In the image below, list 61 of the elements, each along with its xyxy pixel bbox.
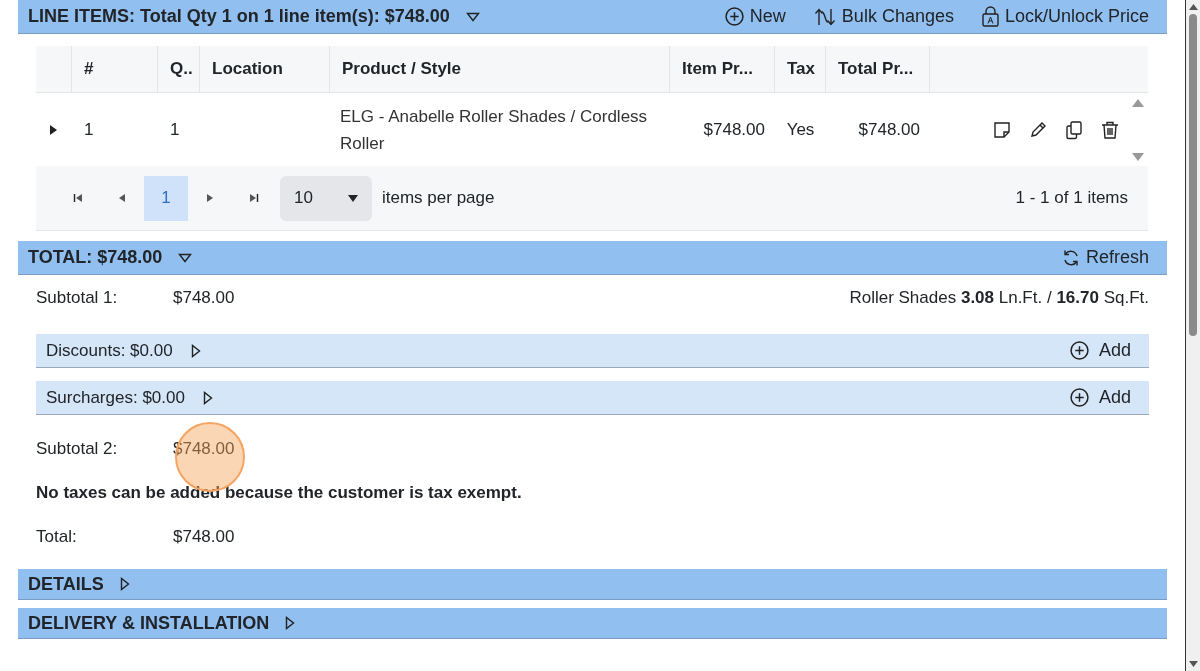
table-cell-text: ELG - Anabelle Roller Shades / Cordless Roller <box>339 105 649 155</box>
toolbar-button[interactable]: New <box>724 3 786 30</box>
next-page-icon <box>205 193 215 203</box>
subtotal-value: $748.00 <box>173 287 235 310</box>
plus-circle-icon <box>724 7 744 26</box>
section-header[interactable]: DELIVERY & INSTALLATION <box>18 608 1167 639</box>
section-title: LINE ITEMS: Total Qty 1 on 1 line item(s): $748.00 <box>28 5 450 28</box>
adjustment-bar[interactable]: Discounts: $0.00 Add <box>36 334 1149 368</box>
adjustment-label: Discounts: $0.00 <box>46 339 173 362</box>
caret-down-icon <box>348 194 358 202</box>
page-size-dropdown[interactable]: 10 <box>280 175 372 221</box>
lock-icon <box>981 6 999 27</box>
add-button[interactable]: Add <box>1069 384 1139 411</box>
adjustment-label: Surcharges: $0.00 <box>46 386 185 409</box>
total-label: Total: <box>36 526 78 549</box>
scrollbar[interactable] <box>1185 0 1200 671</box>
column-header[interactable]: Location <box>200 46 330 92</box>
column-header[interactable]: Q.. <box>158 46 200 92</box>
subtotal-label: Subtotal 2: <box>36 438 119 461</box>
section-header[interactable]: DETAILS <box>18 569 1167 600</box>
plus-circle-icon <box>1069 388 1089 407</box>
section-title: DELIVERY & INSTALLATION <box>28 611 270 635</box>
measurement-text: Roller Shades 3.08 Ln.Ft. / 16.70 Sq.Ft. <box>849 287 1149 310</box>
column-header[interactable]: # <box>72 46 158 92</box>
adjustment-bar[interactable]: Surcharges: $0.00 Add <box>36 381 1149 415</box>
scroll-up-icon[interactable] <box>1188 4 1198 10</box>
expand-right-icon[interactable] <box>50 124 58 135</box>
up-down-arrows-icon <box>813 6 836 27</box>
refresh-button[interactable]: Refresh <box>1061 244 1157 271</box>
trash-icon[interactable] <box>1100 119 1120 140</box>
page-button[interactable]: 1 <box>144 175 188 221</box>
table-cell-text: $748.00 <box>702 118 766 141</box>
table-cell-text: Yes <box>785 118 816 141</box>
section-title: DETAILS <box>28 572 104 596</box>
subtotal-label: Subtotal 1: <box>36 287 119 310</box>
scroll-down-icon <box>1132 152 1144 161</box>
toolbar-button[interactable]: Bulk Changes <box>813 3 954 30</box>
table-cell-text: 1 <box>83 118 95 141</box>
scroll-down-icon[interactable] <box>1188 661 1198 667</box>
column-header[interactable]: Tax <box>775 46 826 92</box>
refresh-icon <box>1061 248 1080 267</box>
column-header[interactable]: Product / Style <box>330 46 670 92</box>
last-page-icon <box>249 193 259 203</box>
total-value: $748.00 <box>173 526 235 549</box>
scroll-up-icon <box>1132 98 1144 107</box>
table-cell-text: 1 <box>169 118 181 141</box>
section-title: TOTAL: $748.00 <box>28 246 163 269</box>
first-page-icon <box>73 193 83 203</box>
column-header[interactable]: Item Pr... <box>670 46 775 92</box>
pager-summary: 1 - 1 of 1 items <box>1015 187 1128 210</box>
page-size-label: items per page <box>382 187 495 210</box>
section-header[interactable]: LINE ITEMS: Total Qty 1 on 1 line item(s): $748.00 New Bulk Changes Lock/Unlock Price <box>18 0 1167 34</box>
table-cell-text: $748.00 <box>857 118 921 141</box>
copy-icon[interactable] <box>1064 119 1084 140</box>
column-header[interactable]: Total Pr... <box>826 46 930 92</box>
section-header[interactable]: TOTAL: $748.00 Refresh <box>18 241 1167 275</box>
plus-circle-icon <box>1069 341 1089 360</box>
note-icon[interactable] <box>992 119 1012 140</box>
previous-page-icon <box>117 193 127 203</box>
toolbar-button[interactable]: Lock/Unlock Price <box>981 3 1149 30</box>
add-button[interactable]: Add <box>1069 337 1139 364</box>
